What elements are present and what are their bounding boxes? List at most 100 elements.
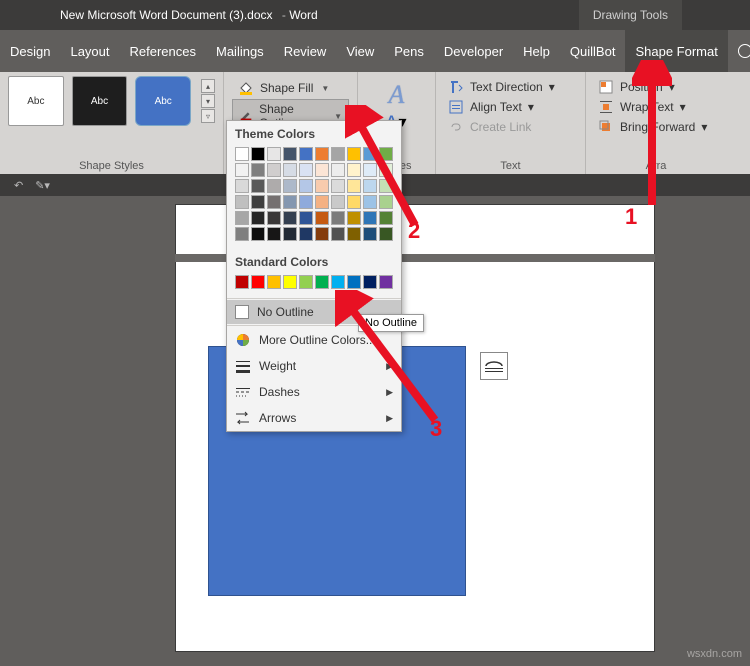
color-swatch[interactable] [331,211,345,225]
format-painter-icon[interactable]: ✎▾ [35,179,50,192]
tab-help[interactable]: Help [513,30,560,72]
tab-pens[interactable]: Pens [384,30,434,72]
color-swatch[interactable] [283,227,297,241]
color-swatch[interactable] [299,147,313,161]
color-swatch[interactable] [299,179,313,193]
color-swatch[interactable] [379,275,393,289]
tab-layout[interactable]: Layout [60,30,119,72]
color-swatch[interactable] [379,163,393,177]
text-direction-button[interactable]: Text Direction▾ [444,78,577,96]
color-swatch[interactable] [331,195,345,209]
color-swatch[interactable] [299,163,313,177]
color-swatch[interactable] [347,179,361,193]
style-preset-2[interactable]: Abc [72,76,128,126]
color-swatch[interactable] [347,275,361,289]
color-swatch[interactable] [251,211,265,225]
tab-mailings[interactable]: Mailings [206,30,274,72]
color-swatch[interactable] [347,147,361,161]
color-swatch[interactable] [315,195,329,209]
color-swatch[interactable] [315,147,329,161]
color-swatch[interactable] [267,179,281,193]
color-swatch[interactable] [267,195,281,209]
position-button[interactable]: Position▾ [594,78,718,96]
color-swatch[interactable] [347,227,361,241]
color-swatch[interactable] [235,275,249,289]
layout-options-button[interactable] [480,352,508,380]
color-swatch[interactable] [267,227,281,241]
align-text-button[interactable]: Align Text▾ [444,98,577,116]
style-preset-3[interactable]: Abc [135,76,191,126]
color-swatch[interactable] [331,179,345,193]
color-swatch[interactable] [379,147,393,161]
bring-forward-button[interactable]: Bring Forward▾ [594,118,718,136]
color-swatch[interactable] [283,179,297,193]
wordart-preview-icon[interactable]: A [389,80,405,110]
color-swatch[interactable] [315,179,329,193]
color-swatch[interactable] [251,227,265,241]
color-swatch[interactable] [283,195,297,209]
dashes-item[interactable]: Dashes ▶ [227,379,401,405]
color-swatch[interactable] [267,211,281,225]
color-swatch[interactable] [235,147,249,161]
color-swatch[interactable] [347,195,361,209]
color-swatch[interactable] [283,211,297,225]
color-swatch[interactable] [363,163,377,177]
color-swatch[interactable] [235,163,249,177]
shape-style-gallery[interactable]: Abc Abc Abc ▴ ▾ ▿ [8,76,215,126]
color-swatch[interactable] [267,147,281,161]
tab-shape-format[interactable]: Shape Format [625,30,727,72]
arrows-item[interactable]: Arrows ▶ [227,405,401,431]
color-swatch[interactable] [315,163,329,177]
color-swatch[interactable] [251,195,265,209]
color-swatch[interactable] [331,227,345,241]
color-swatch[interactable] [283,275,297,289]
style-preset-1[interactable]: Abc [8,76,64,126]
gallery-more-icon[interactable]: ▿ [201,109,215,123]
wrap-text-button[interactable]: Wrap Text▾ [594,98,718,116]
tab-developer[interactable]: Developer [434,30,513,72]
color-swatch[interactable] [267,275,281,289]
color-swatch[interactable] [267,163,281,177]
color-swatch[interactable] [363,147,377,161]
color-swatch[interactable] [347,211,361,225]
tab-view[interactable]: View [336,30,384,72]
color-swatch[interactable] [235,227,249,241]
color-swatch[interactable] [379,227,393,241]
color-swatch[interactable] [235,179,249,193]
color-swatch[interactable] [363,179,377,193]
color-swatch[interactable] [251,163,265,177]
color-swatch[interactable] [347,163,361,177]
color-swatch[interactable] [251,147,265,161]
color-swatch[interactable] [283,163,297,177]
color-swatch[interactable] [235,195,249,209]
color-swatch[interactable] [363,211,377,225]
color-swatch[interactable] [315,211,329,225]
color-swatch[interactable] [299,195,313,209]
color-swatch[interactable] [331,163,345,177]
shape-fill-button[interactable]: Shape Fill ▼ [232,78,349,98]
tab-design[interactable]: Design [0,30,60,72]
gallery-down-icon[interactable]: ▾ [201,94,215,108]
color-swatch[interactable] [235,211,249,225]
color-swatch[interactable] [379,211,393,225]
color-swatch[interactable] [379,195,393,209]
tab-references[interactable]: References [120,30,206,72]
color-swatch[interactable] [283,147,297,161]
color-swatch[interactable] [331,147,345,161]
color-swatch[interactable] [363,195,377,209]
color-swatch[interactable] [299,211,313,225]
tab-quillbot[interactable]: QuillBot [560,30,626,72]
color-swatch[interactable] [251,179,265,193]
tab-review[interactable]: Review [274,30,337,72]
color-swatch[interactable] [251,275,265,289]
color-swatch[interactable] [379,179,393,193]
color-swatch[interactable] [363,275,377,289]
tell-me[interactable]: Tell [728,30,750,72]
color-swatch[interactable] [363,227,377,241]
create-link-button[interactable]: Create Link [444,118,577,136]
color-swatch[interactable] [331,275,345,289]
color-swatch[interactable] [315,275,329,289]
color-swatch[interactable] [299,275,313,289]
color-swatch[interactable] [299,227,313,241]
gallery-up-icon[interactable]: ▴ [201,79,215,93]
